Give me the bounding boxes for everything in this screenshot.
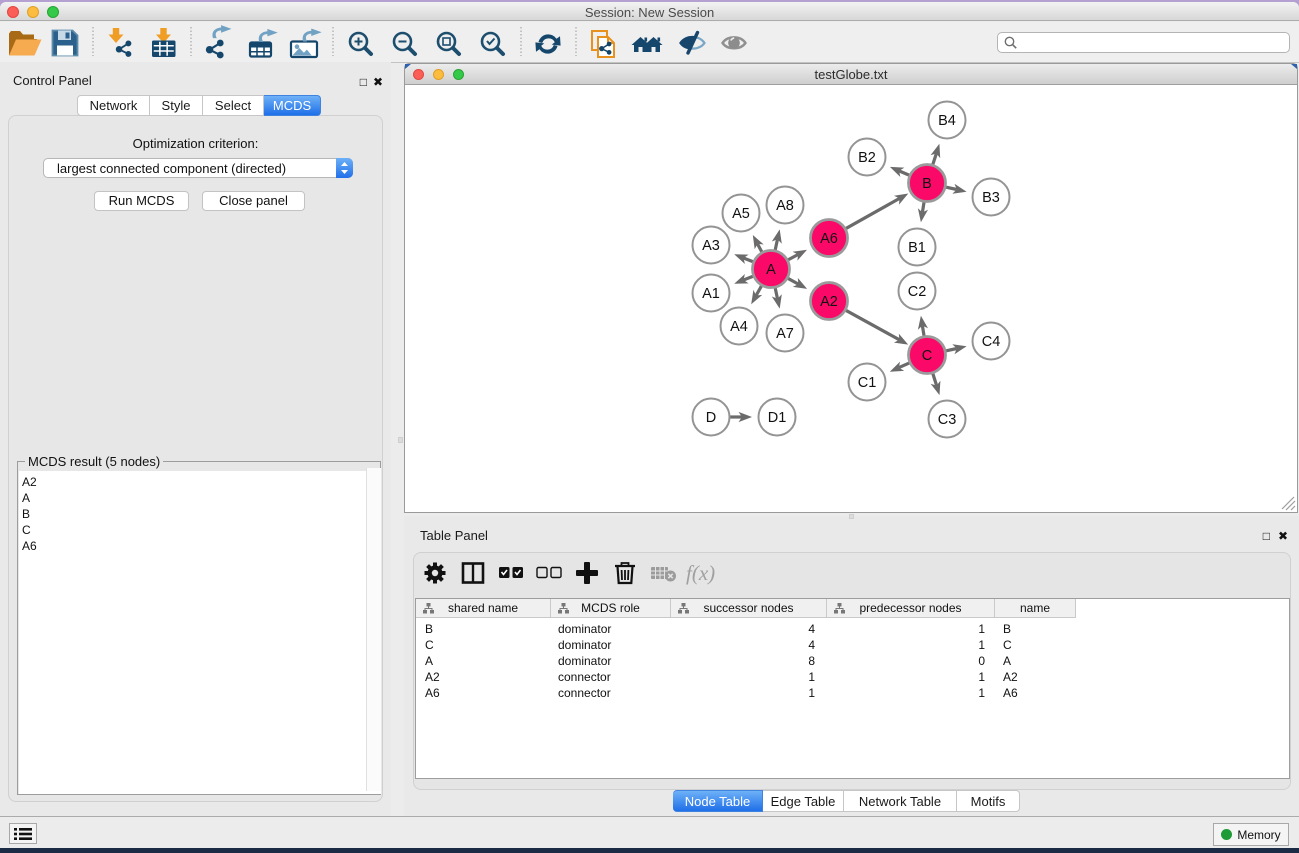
svg-text:A8: A8 [776, 198, 794, 214]
svg-text:C1: C1 [858, 375, 877, 391]
svg-text:C3: C3 [938, 412, 957, 428]
svg-text:A2: A2 [820, 294, 838, 310]
svg-text:f(x): f(x) [686, 561, 715, 585]
svg-text:B3: B3 [982, 190, 1000, 206]
svg-text:B: B [922, 176, 932, 192]
svg-text:A4: A4 [730, 319, 748, 335]
svg-text:C: C [922, 348, 932, 364]
svg-text:A3: A3 [702, 238, 720, 254]
svg-text:C4: C4 [982, 334, 1001, 350]
svg-text:A1: A1 [702, 286, 720, 302]
svg-text:A5: A5 [732, 206, 750, 222]
svg-text:C2: C2 [908, 284, 927, 300]
svg-text:A6: A6 [820, 231, 838, 247]
svg-text:B1: B1 [908, 240, 926, 256]
svg-text:D1: D1 [768, 410, 787, 426]
svg-text:B4: B4 [938, 113, 956, 129]
svg-text:D: D [706, 410, 716, 426]
svg-text:A: A [766, 262, 776, 278]
svg-text:B2: B2 [858, 150, 876, 166]
svg-text:A7: A7 [776, 326, 794, 342]
